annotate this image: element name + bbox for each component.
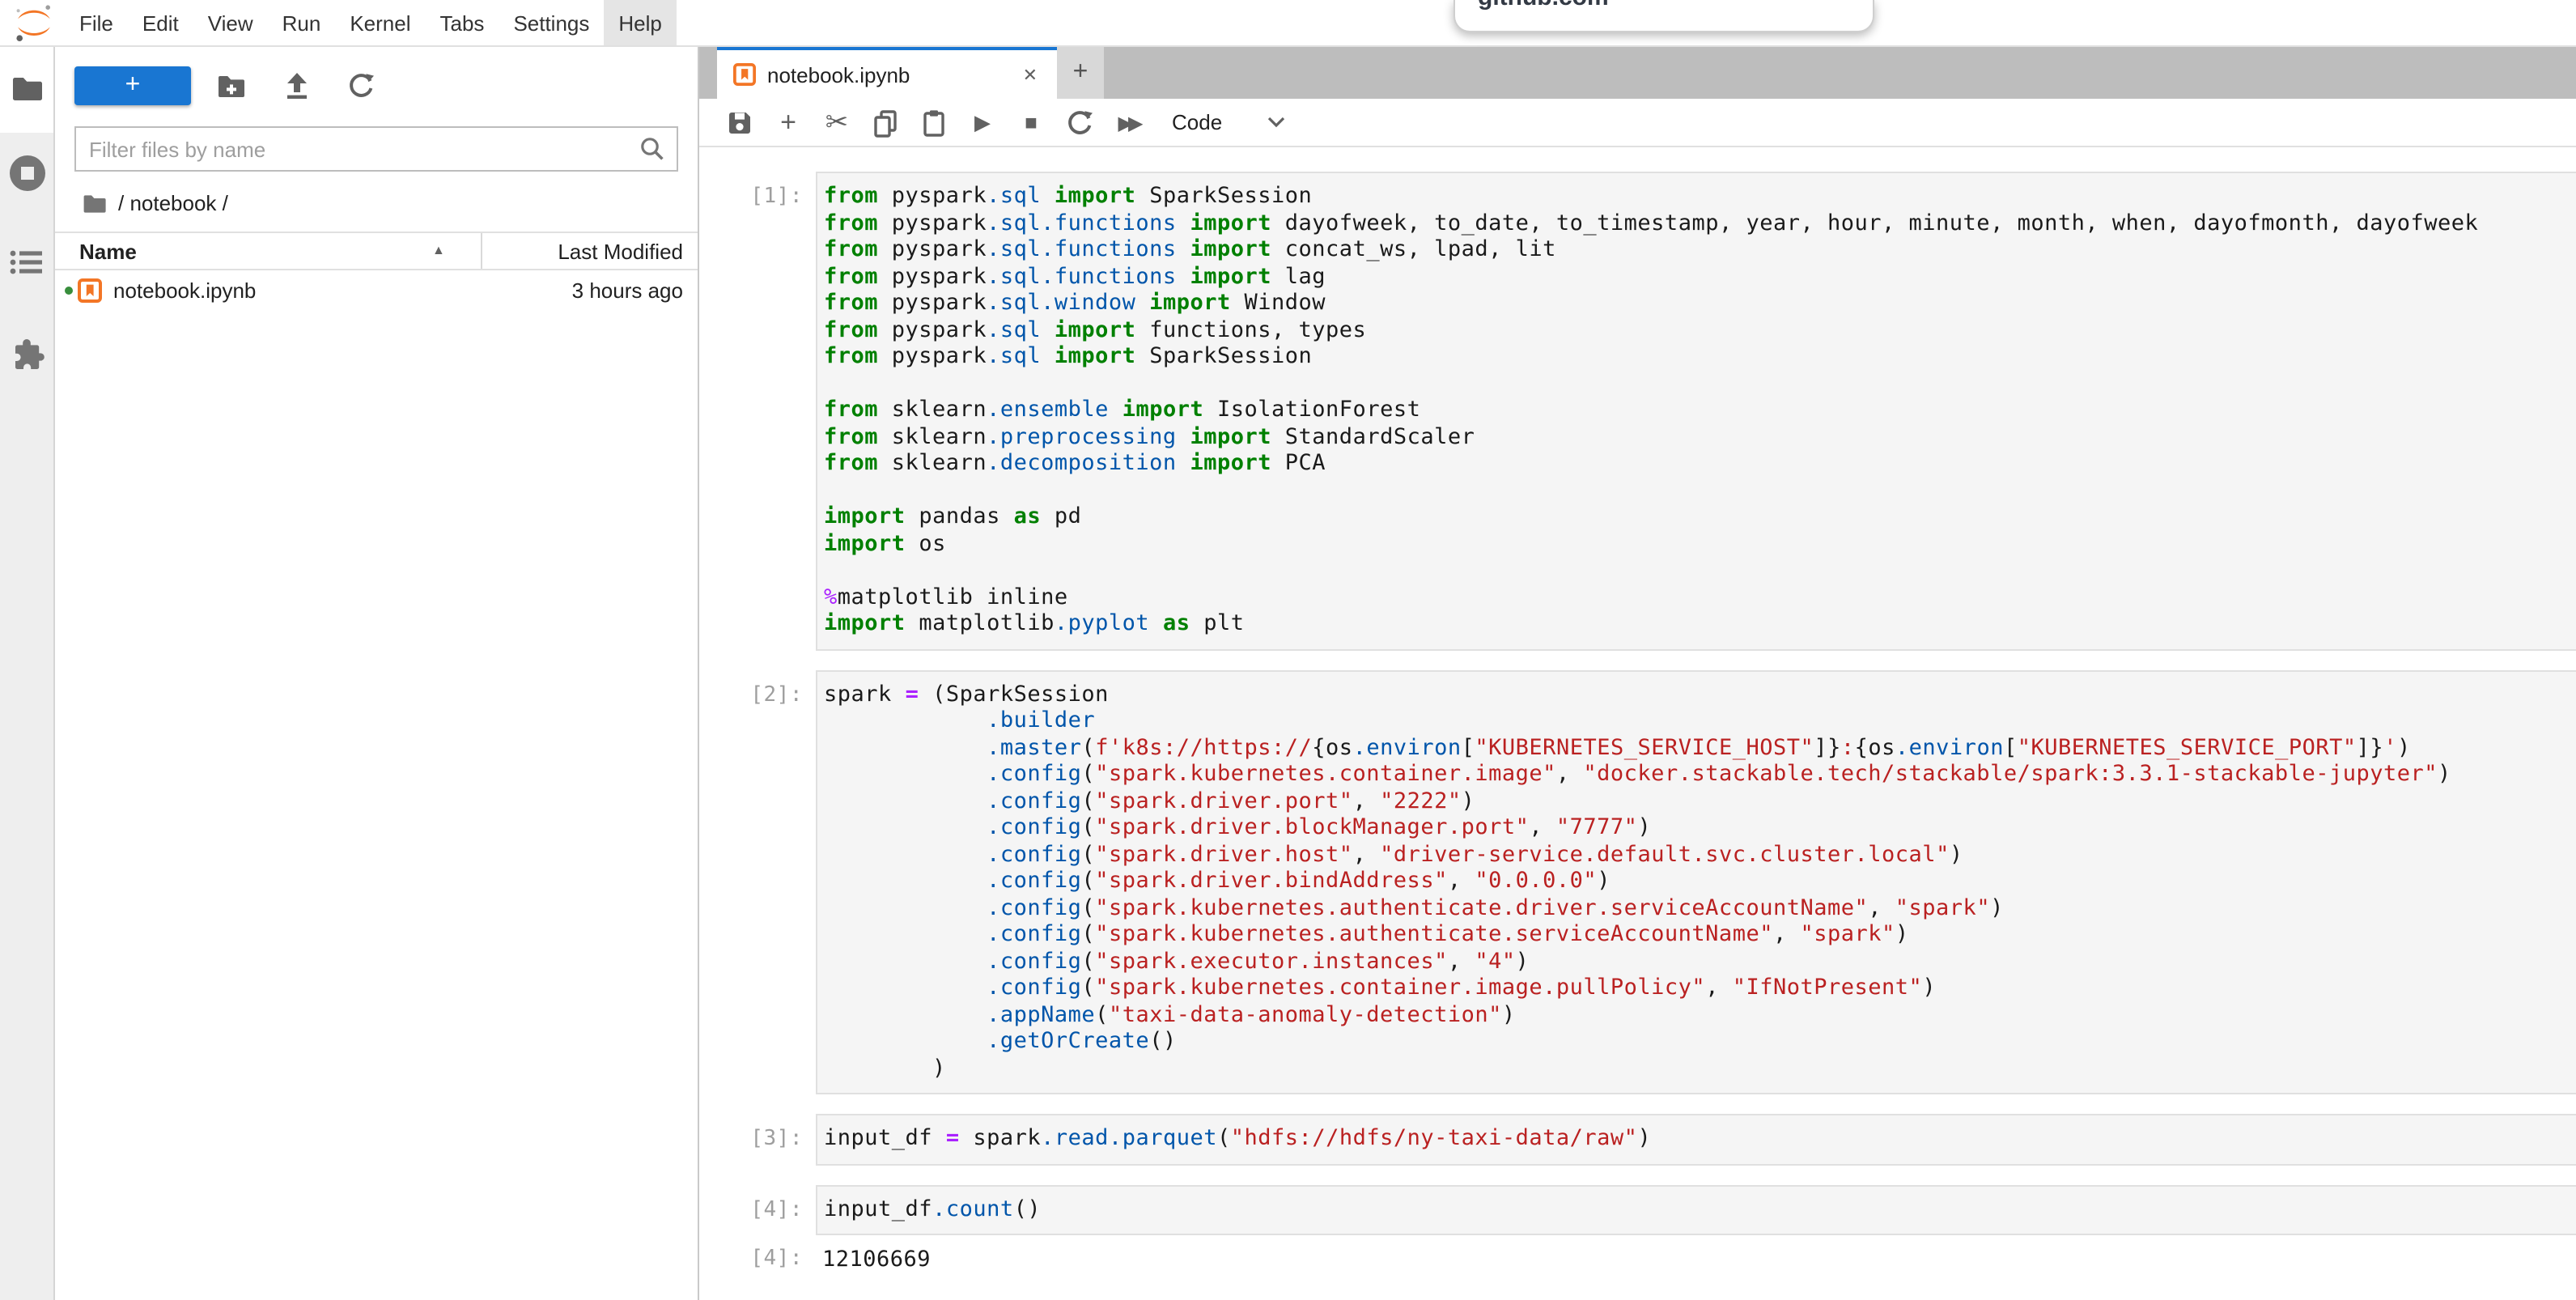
jupyter-logo-icon	[13, 2, 55, 44]
notebook-toolbar: + ✂ ▶ ■	[699, 99, 2576, 147]
menu-item-help[interactable]: Help	[604, 0, 677, 45]
column-divider	[481, 233, 482, 269]
file-filter	[74, 126, 678, 172]
sidebar-tab-running[interactable]	[9, 155, 45, 191]
site-info-popup: github.com	[1454, 0, 1874, 32]
sort-ascending-icon: ▲	[432, 243, 445, 257]
code-cell: [1]:from pyspark.sql import SparkSession…	[699, 172, 2576, 650]
code-cell: [2]:spark = (SparkSession .builder .mast…	[699, 669, 2576, 1094]
menu-item-tabs[interactable]: Tabs	[426, 0, 499, 45]
paste-cells-button[interactable]	[910, 101, 958, 143]
tab-label: notebook.ipynb	[767, 62, 910, 87]
table-of-contents-icon	[9, 249, 45, 275]
copy-cells-button[interactable]	[861, 101, 910, 143]
save-icon	[725, 108, 754, 137]
main-layout: +	[0, 45, 2576, 1300]
extension-puzzle-icon	[9, 337, 45, 372]
cell-type-select[interactable]: Code	[1172, 110, 1285, 134]
interrupt-kernel-button[interactable]: ■	[1007, 101, 1055, 143]
file-browser-toolbar: +	[55, 45, 698, 110]
menu-item-file[interactable]: File	[65, 0, 128, 45]
cell-editor[interactable]: from pyspark.sql import SparkSessionfrom…	[816, 172, 2576, 650]
refresh-button[interactable]	[348, 73, 374, 99]
menu-item-settings[interactable]: Settings	[499, 0, 604, 45]
output-prompt: [4]:	[699, 1245, 816, 1275]
new-tab-button[interactable]: +	[1057, 45, 1104, 99]
file-filter-input[interactable]	[74, 126, 678, 172]
notebook-file-icon	[78, 278, 102, 302]
column-header-modified[interactable]: Last Modified	[558, 239, 683, 263]
new-launcher-button[interactable]: +	[74, 66, 191, 105]
input-prompt: [2]:	[699, 669, 816, 1094]
file-browser-panel: +	[55, 45, 699, 1300]
new-folder-button[interactable]	[217, 74, 246, 98]
sidebar-tab-toc[interactable]	[9, 249, 45, 275]
input-prompt: [3]:	[699, 1114, 816, 1165]
menu-item-view[interactable]: View	[193, 0, 268, 45]
upload-button[interactable]	[285, 73, 309, 99]
notebook-tab-icon	[733, 63, 756, 86]
restart-kernel-button[interactable]	[1055, 101, 1104, 143]
folder-icon	[11, 76, 43, 102]
input-prompt: [1]:	[699, 172, 816, 650]
workspace: notebook.ipynb ✕ + + ✂	[699, 45, 2576, 1300]
cell-editor[interactable]: input_df = spark.read.parquet("hdfs://hd…	[816, 1114, 2576, 1165]
restart-run-all-button[interactable]: ▶▶	[1104, 101, 1152, 143]
kernel-running-dot	[65, 286, 73, 294]
breadcrumb-path: / notebook /	[118, 191, 228, 215]
tab-bar: notebook.ipynb ✕ +	[699, 45, 2576, 99]
jupyterlab-app: File Edit View Run Kernel Tabs Settings …	[0, 0, 2576, 1300]
output-text: 12106669	[816, 1245, 2576, 1275]
menu-item-kernel[interactable]: Kernel	[335, 0, 425, 45]
restart-icon	[1067, 109, 1093, 135]
cut-icon: ✂	[825, 106, 849, 138]
new-folder-icon	[217, 74, 246, 98]
file-list-item[interactable]: notebook.ipynb 3 hours ago	[55, 270, 698, 309]
refresh-icon	[348, 73, 374, 99]
cut-cells-button[interactable]: ✂	[813, 101, 861, 143]
input-prompt: [4]:	[699, 1184, 816, 1235]
menu-items: File Edit View Run Kernel Tabs Settings …	[65, 0, 677, 45]
menu-bar: File Edit View Run Kernel Tabs Settings …	[0, 0, 2576, 47]
cell-editor[interactable]: input_df.count()	[816, 1184, 2576, 1235]
breadcrumb[interactable]: / notebook /	[55, 172, 698, 232]
fast-forward-icon: ▶▶	[1118, 111, 1139, 134]
search-icon	[639, 136, 665, 167]
run-cell-button[interactable]: ▶	[958, 101, 1007, 143]
sidebar-tab-extensions[interactable]	[9, 337, 45, 372]
paste-icon	[919, 108, 948, 137]
cell-type-value: Code	[1172, 110, 1222, 134]
code-cell: [3]:input_df = spark.read.parquet("hdfs:…	[699, 1114, 2576, 1165]
menu-item-edit[interactable]: Edit	[128, 0, 193, 45]
home-folder-icon	[83, 193, 107, 213]
file-name: notebook.ipynb	[113, 278, 256, 302]
file-modified: 3 hours ago	[572, 278, 683, 302]
chevron-down-icon	[1267, 117, 1285, 128]
run-icon: ▶	[974, 109, 991, 135]
tab-notebook[interactable]: notebook.ipynb ✕	[717, 45, 1057, 99]
cell-editor[interactable]: spark = (SparkSession .builder .master(f…	[816, 669, 2576, 1094]
menu-item-run[interactable]: Run	[268, 0, 336, 45]
copy-icon	[871, 108, 900, 137]
notebook-cells: [1]:from pyspark.sql import SparkSession…	[699, 147, 2576, 1300]
upload-icon	[285, 73, 309, 99]
stop-icon: ■	[1025, 110, 1038, 134]
insert-cell-button[interactable]: +	[764, 101, 813, 143]
site-info-popup-text: github.com	[1478, 0, 1873, 11]
close-tab-icon[interactable]: ✕	[1016, 61, 1044, 88]
running-kernels-icon	[9, 155, 45, 191]
save-button[interactable]	[715, 101, 764, 143]
output-area: [4]:12106669	[699, 1245, 2576, 1275]
sidebar-tab-filebrowser[interactable]	[0, 45, 53, 133]
file-list-header: Name ▲ Last Modified	[55, 232, 698, 270]
plus-icon: +	[780, 106, 796, 138]
column-header-name[interactable]: Name	[55, 239, 137, 263]
code-cell: [4]:input_df.count()	[699, 1184, 2576, 1235]
activity-bar	[0, 45, 55, 1300]
